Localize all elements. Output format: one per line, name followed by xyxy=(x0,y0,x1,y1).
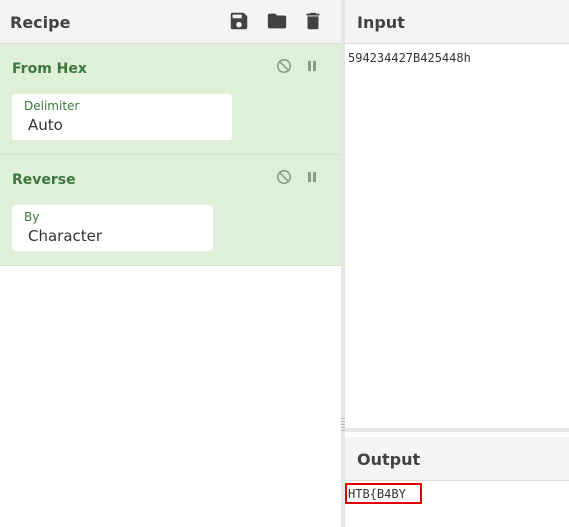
load-recipe-button[interactable] xyxy=(266,10,288,32)
save-icon xyxy=(230,12,248,30)
output-highlight-box xyxy=(345,483,422,504)
delimiter-field[interactable]: Delimiter Auto xyxy=(12,94,232,140)
by-field[interactable]: By Character xyxy=(12,205,213,251)
by-value[interactable]: Character xyxy=(28,227,102,245)
pause-icon xyxy=(308,172,316,182)
disable-operation-button[interactable] xyxy=(276,169,292,185)
pause-icon xyxy=(308,61,316,71)
recipe-panel: Recipe From Hex Delimiter Auto Reverse B… xyxy=(0,0,341,527)
disable-operation-button[interactable] xyxy=(276,58,292,74)
input-panel: Input 594234427B425448h xyxy=(345,0,569,428)
recipe-header: Recipe xyxy=(0,0,341,44)
by-label: By xyxy=(24,210,40,224)
output-title: Output xyxy=(357,450,421,469)
operation-title: Reverse xyxy=(12,172,76,188)
delimiter-label: Delimiter xyxy=(24,99,80,113)
folder-icon xyxy=(267,13,287,29)
recipe-title: Recipe xyxy=(10,13,71,32)
output-panel: Output HTB{B4BY xyxy=(345,432,569,527)
output-header: Output xyxy=(345,437,569,481)
input-header: Input xyxy=(345,0,569,44)
trash-icon xyxy=(306,12,320,30)
save-recipe-button[interactable] xyxy=(228,10,250,32)
operation-title: From Hex xyxy=(12,61,87,77)
disable-icon xyxy=(277,170,291,184)
recipe-operation-from-hex[interactable]: From Hex Delimiter Auto xyxy=(0,44,341,155)
clear-recipe-button[interactable] xyxy=(302,10,324,32)
recipe-operation-reverse[interactable]: Reverse By Character xyxy=(0,155,341,266)
input-textarea[interactable]: 594234427B425448h xyxy=(348,51,471,65)
breakpoint-button[interactable] xyxy=(304,169,320,185)
delimiter-value[interactable]: Auto xyxy=(28,116,63,134)
disable-icon xyxy=(277,59,291,73)
input-title: Input xyxy=(357,13,405,32)
breakpoint-button[interactable] xyxy=(304,58,320,74)
